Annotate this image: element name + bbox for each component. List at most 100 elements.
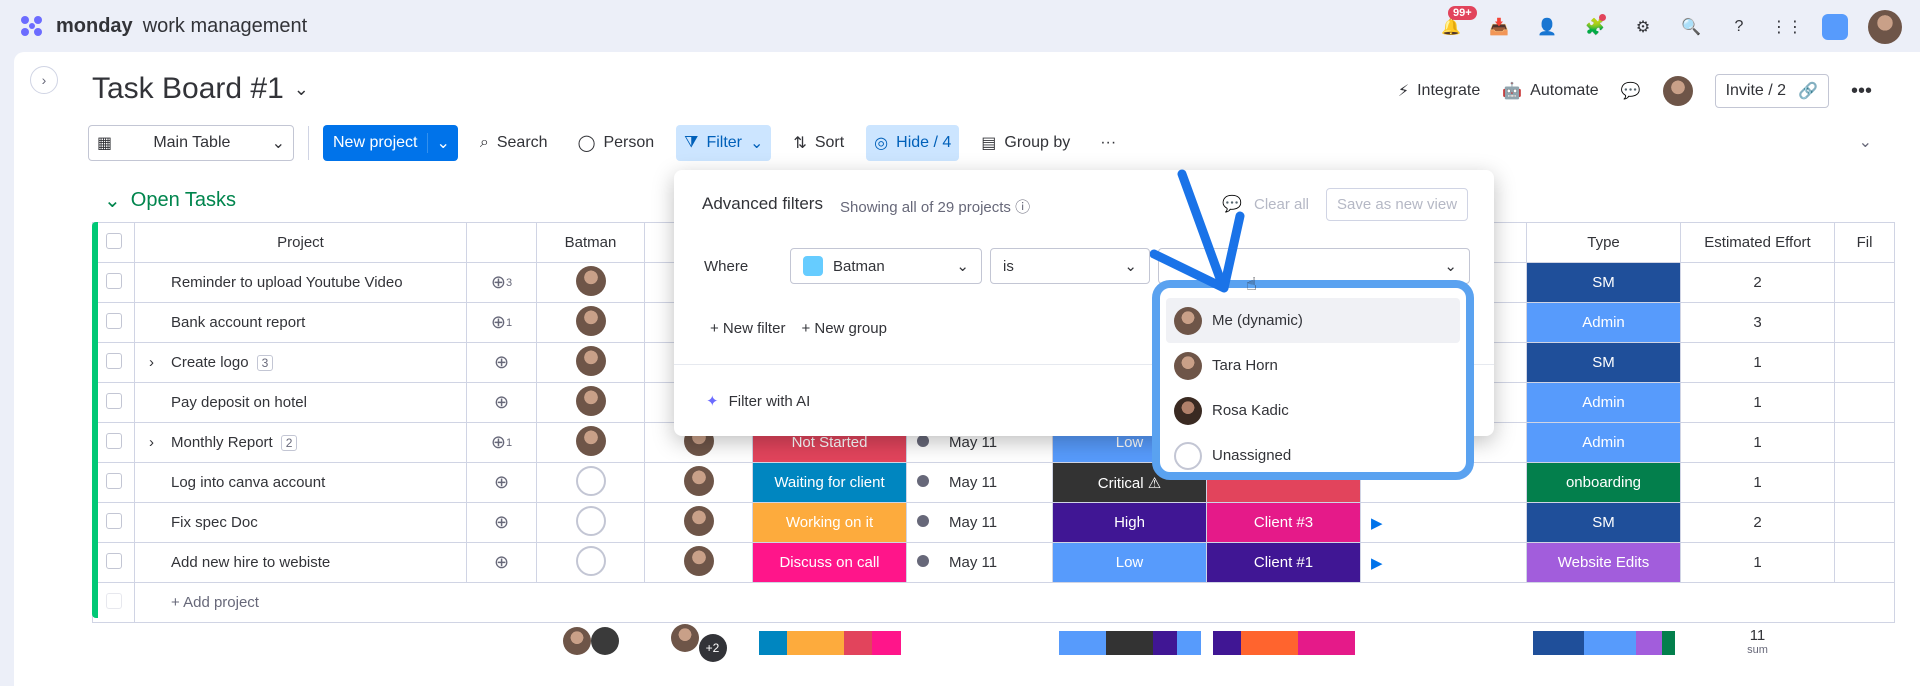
new-project-button[interactable]: New project ⌄ — [323, 125, 458, 161]
client-cell[interactable]: Client #1 — [1206, 542, 1361, 583]
client-summary[interactable] — [1207, 623, 1361, 663]
type-cell[interactable]: Admin — [1526, 422, 1681, 463]
person-avatar[interactable] — [575, 425, 606, 456]
add-project-row[interactable]: + Add project — [92, 582, 1895, 623]
play-icon[interactable]: ▶ — [1371, 555, 1383, 572]
filter-condition-select[interactable]: is ⌄ — [990, 248, 1150, 284]
row-select-cell[interactable] — [92, 502, 135, 543]
add-update-icon[interactable]: ⊕ — [491, 432, 506, 453]
client-cell[interactable]: Client #3 — [1206, 502, 1361, 543]
chevron-down-icon[interactable]: ⌄ — [750, 133, 763, 153]
r-person-cell[interactable] — [644, 542, 753, 583]
person-filter-button[interactable]: ◯ Person — [570, 125, 663, 161]
filter-column-select[interactable]: Batman ⌄ — [790, 248, 982, 284]
column-header-file[interactable]: Fil — [1834, 222, 1895, 263]
status-summary[interactable] — [753, 623, 907, 663]
expand-subitems-icon[interactable]: › — [149, 354, 163, 371]
r-summary[interactable]: +2 — [645, 623, 753, 663]
person-avatar[interactable] — [575, 265, 606, 296]
product-switcher-icon[interactable] — [1820, 12, 1850, 42]
project-name-cell[interactable]: › Monthly Report 2 — [134, 422, 467, 463]
expand-subitems-icon[interactable]: › — [149, 434, 163, 451]
link-cell[interactable]: ▶ — [1360, 502, 1527, 543]
column-header-effort[interactable]: Estimated Effort — [1680, 222, 1835, 263]
type-cell[interactable]: Website Edits — [1526, 542, 1681, 583]
bell-icon[interactable]: 🔔 99+ — [1436, 6, 1477, 42]
chevron-down-icon[interactable]: ⌄ — [427, 133, 457, 153]
row-checkbox[interactable] — [105, 512, 122, 529]
invite-member-icon[interactable]: 👤 — [1532, 12, 1562, 42]
app-logo[interactable]: monday work management — [18, 12, 307, 40]
updates-cell[interactable]: ⊕ — [466, 502, 537, 543]
batman-person-cell[interactable] — [536, 262, 645, 303]
batman-person-cell[interactable] — [536, 542, 645, 583]
board-title[interactable]: Task Board #1 ⌄ — [92, 72, 309, 106]
workflows-icon[interactable]: ⚙ — [1628, 12, 1658, 42]
add-update-icon[interactable]: ⊕ — [494, 472, 509, 493]
row-checkbox[interactable] — [105, 472, 122, 489]
link-icon[interactable]: 🔗 — [1798, 81, 1818, 101]
project-name-cell[interactable]: Bank account report — [134, 302, 467, 343]
select-all-cell[interactable] — [92, 222, 135, 263]
search-icon[interactable]: 🔍 — [1676, 12, 1706, 42]
person-avatar[interactable] — [575, 345, 606, 376]
grid-menu-icon[interactable]: ⋮⋮ — [1771, 12, 1803, 42]
file-cell[interactable] — [1834, 302, 1895, 343]
add-update-icon[interactable]: ⊕ — [491, 312, 506, 333]
filter-button[interactable]: ⧩ Filter ⌄ — [676, 125, 772, 161]
effort-cell[interactable]: 2 — [1680, 502, 1835, 543]
updates-cell[interactable]: ⊕ — [466, 542, 537, 583]
batman-person-cell[interactable] — [536, 462, 645, 503]
more-options-icon[interactable]: ••• — [1851, 80, 1872, 103]
effort-cell[interactable]: 1 — [1680, 342, 1835, 383]
effort-cell[interactable]: 1 — [1680, 422, 1835, 463]
row-select-cell[interactable] — [92, 422, 135, 463]
group-header[interactable]: ⌄ Open Tasks — [104, 188, 236, 213]
file-cell[interactable] — [1834, 542, 1895, 583]
batman-person-cell[interactable] — [536, 342, 645, 383]
r-person-cell[interactable] — [644, 502, 753, 543]
automate-button[interactable]: 🤖 Automate — [1502, 81, 1598, 101]
updates-icon[interactable]: 💬 — [1621, 81, 1641, 101]
person-avatar[interactable] — [575, 305, 606, 336]
updates-cell[interactable]: ⊕ 3 — [466, 262, 537, 303]
batman-summary[interactable] — [537, 623, 645, 663]
add-update-icon[interactable]: ⊕ — [494, 392, 509, 413]
search-button[interactable]: ⌕ Search — [472, 125, 556, 161]
effort-cell[interactable]: 1 — [1680, 462, 1835, 503]
row-select-cell[interactable] — [92, 342, 135, 383]
new-filter-button[interactable]: + New filter — [710, 320, 785, 337]
project-name-cell[interactable]: Reminder to upload Youtube Video — [134, 262, 467, 303]
apps-puzzle-icon[interactable]: 🧩 — [1580, 12, 1610, 42]
type-cell[interactable]: SM — [1526, 342, 1681, 383]
row-select-cell[interactable] — [92, 262, 135, 303]
effort-summary[interactable]: 11 sum — [1681, 623, 1835, 663]
date-cell[interactable]: May 11 — [906, 502, 1053, 543]
batman-person-cell[interactable] — [536, 422, 645, 463]
file-cell[interactable] — [1834, 422, 1895, 463]
type-cell[interactable]: onboarding — [1526, 462, 1681, 503]
priority-summary[interactable] — [1053, 623, 1207, 663]
row-checkbox[interactable] — [105, 312, 122, 329]
project-name-cell[interactable]: Log into canva account — [134, 462, 467, 503]
date-cell[interactable]: May 11 — [906, 542, 1053, 583]
link-cell[interactable]: ▶ — [1360, 542, 1527, 583]
r-person-cell[interactable] — [644, 462, 753, 503]
row-checkbox[interactable] — [105, 552, 122, 569]
project-name-cell[interactable]: › Create logo 3 — [134, 342, 467, 383]
main-table-select[interactable]: ▦ Main Table ⌄ — [88, 125, 294, 161]
status-cell[interactable]: Discuss on call — [752, 542, 907, 583]
person-option[interactable]: Tara Horn — [1166, 343, 1460, 388]
priority-cell[interactable]: Low — [1052, 542, 1207, 583]
date-cell[interactable]: May 11 — [906, 462, 1053, 503]
person-avatar[interactable] — [683, 545, 714, 576]
type-cell[interactable]: SM — [1526, 502, 1681, 543]
table-row[interactable]: Add new hire to webiste ⊕ Discuss on call M… — [92, 542, 1895, 583]
more-toolbar-icon[interactable]: ··· — [1092, 125, 1124, 161]
status-cell[interactable]: Working on it — [752, 502, 907, 543]
batman-person-cell[interactable] — [536, 382, 645, 423]
column-header-project[interactable]: Project — [134, 222, 467, 263]
column-header-batman[interactable]: Batman — [536, 222, 645, 263]
updates-cell[interactable]: ⊕ — [466, 462, 537, 503]
effort-cell[interactable]: 3 — [1680, 302, 1835, 343]
